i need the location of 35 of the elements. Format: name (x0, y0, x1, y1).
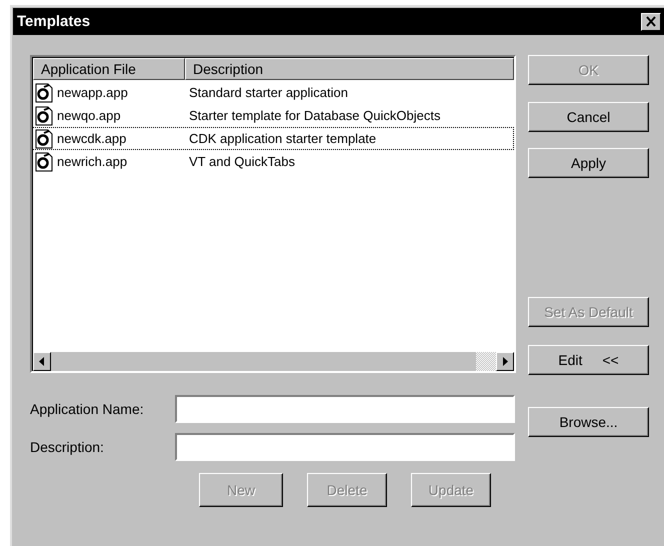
document-icon (35, 128, 53, 148)
list-row[interactable]: newapp.app Standard starter application (32, 81, 514, 104)
window-title: Templates (17, 13, 90, 30)
input-field[interactable] (175, 395, 515, 423)
file-name: newqo.app (57, 108, 121, 123)
list-row[interactable]: newcdk.app CDK application starter template (32, 127, 514, 150)
field-label: Description: (30, 439, 105, 455)
document-icon (35, 82, 53, 102)
field-label: Application Name: (30, 401, 145, 417)
dialog-button[interactable]: Cancel (528, 102, 649, 132)
document-icon (35, 106, 53, 126)
file-description: CDK application starter template (188, 131, 376, 146)
document-icon (35, 152, 53, 172)
close-icon (645, 16, 657, 27)
file-name: newapp.app (57, 85, 128, 100)
file-description: Starter template for Database QuickObjects (188, 108, 440, 123)
dialog-button[interactable]: Edit << (528, 345, 649, 375)
right-arrow-icon (502, 357, 508, 366)
file-name: newcdk.app (57, 131, 126, 146)
left-arrow-icon (39, 357, 45, 366)
scroll-left-button[interactable] (33, 352, 51, 371)
list-row[interactable]: newrich.app VT and QuickTabs (32, 150, 514, 173)
scroll-thumb[interactable] (476, 352, 496, 371)
file-name: newrich.app (57, 154, 128, 169)
scroll-right-button[interactable] (496, 352, 514, 371)
dialog-button[interactable]: Browse... (528, 407, 649, 437)
column-header[interactable]: Description (185, 58, 514, 80)
list-row[interactable]: newqo.app Starter template for Database QuickObjects (32, 104, 514, 127)
close-button[interactable] (641, 12, 661, 30)
file-description: VT and QuickTabs (188, 154, 295, 169)
column-header[interactable]: Application File (33, 58, 185, 80)
file-description: Standard starter application (188, 85, 348, 100)
dialog-button[interactable]: Apply (528, 148, 649, 178)
horizontal-scrollbar[interactable] (33, 352, 514, 371)
input-field[interactable] (175, 433, 515, 461)
